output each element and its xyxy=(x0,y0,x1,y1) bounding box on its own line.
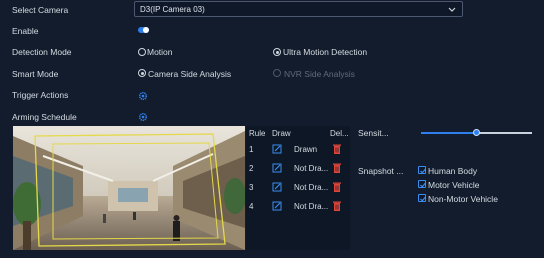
trigger-actions-gear-icon[interactable] xyxy=(138,91,148,101)
smart-mode-label: Smart Mode xyxy=(12,69,59,79)
rule-status: Not Dra... xyxy=(294,183,329,192)
table-row: 4 Not Dra... xyxy=(246,198,350,216)
camera-select-value: D3(IP Camera 03) xyxy=(140,5,205,14)
rule-number: 4 xyxy=(249,202,254,211)
detection-mode-label: Detection Mode xyxy=(12,47,72,57)
rule-status: Drawn xyxy=(294,145,318,154)
sensitivity-label: Sensit... xyxy=(358,128,389,138)
snapshot-label: Snapshot ... xyxy=(358,166,404,176)
sensitivity-slider[interactable] xyxy=(421,129,532,137)
radio-ultra-motion[interactable] xyxy=(273,48,281,56)
slider-fill xyxy=(421,132,477,134)
toggle-knob xyxy=(143,27,149,33)
radio-motion[interactable] xyxy=(138,48,146,56)
chevron-down-icon xyxy=(448,7,456,12)
check-icon xyxy=(420,196,426,202)
non-motor-vehicle-checkbox[interactable] xyxy=(418,194,426,202)
rules-header-draw: Draw xyxy=(272,129,291,138)
rules-header-delete: Del... xyxy=(330,129,349,138)
trash-icon[interactable] xyxy=(333,163,341,173)
check-icon xyxy=(420,168,426,174)
trash-icon[interactable] xyxy=(333,144,341,154)
table-row: 2 Not Dra... xyxy=(246,160,350,178)
rule-status: Not Dra... xyxy=(294,164,329,173)
radio-camera-side-label[interactable]: Camera Side Analysis xyxy=(148,69,231,79)
trigger-actions-label: Trigger Actions xyxy=(12,90,69,100)
edit-icon[interactable] xyxy=(272,201,282,211)
table-row: 3 Not Dra... xyxy=(246,179,350,197)
table-row: 1 Drawn xyxy=(246,141,350,159)
rules-header-rule: Rule xyxy=(249,129,266,138)
non-motor-vehicle-label[interactable]: Non-Motor Vehicle xyxy=(428,194,498,204)
mall-scene-image xyxy=(13,126,245,250)
trash-icon[interactable] xyxy=(333,182,341,192)
motor-vehicle-label[interactable]: Motor Vehicle xyxy=(428,180,480,190)
arming-schedule-label: Arming Schedule xyxy=(12,112,77,122)
rules-table: Rule Draw Del... 1 Drawn 2 Not Dra... 3 … xyxy=(246,126,350,250)
select-camera-label: Select Camera xyxy=(12,5,69,15)
rule-status: Not Dra... xyxy=(294,202,329,211)
enable-label: Enable xyxy=(12,26,39,36)
edit-icon[interactable] xyxy=(272,144,282,154)
slider-thumb[interactable] xyxy=(473,129,480,136)
radio-nvr-side-label: NVR Side Analysis xyxy=(284,69,355,79)
arming-schedule-gear-icon[interactable] xyxy=(138,112,148,122)
radio-motion-label[interactable]: Motion xyxy=(147,47,173,57)
rule-number: 1 xyxy=(249,145,254,154)
camera-preview[interactable] xyxy=(13,126,245,250)
radio-nvr-side xyxy=(273,69,281,77)
camera-select[interactable]: D3(IP Camera 03) xyxy=(134,1,463,17)
human-body-label[interactable]: Human Body xyxy=(428,166,477,176)
edit-icon[interactable] xyxy=(272,182,282,192)
rule-number: 3 xyxy=(249,183,254,192)
edit-icon[interactable] xyxy=(272,163,282,173)
enable-toggle[interactable] xyxy=(138,27,149,33)
rule-number: 2 xyxy=(249,164,254,173)
motor-vehicle-checkbox[interactable] xyxy=(418,180,426,188)
human-body-checkbox[interactable] xyxy=(418,166,426,174)
radio-camera-side[interactable] xyxy=(138,69,146,77)
radio-ultra-motion-label[interactable]: Ultra Motion Detection xyxy=(283,47,367,57)
check-icon xyxy=(420,182,426,188)
trash-icon[interactable] xyxy=(333,201,341,211)
